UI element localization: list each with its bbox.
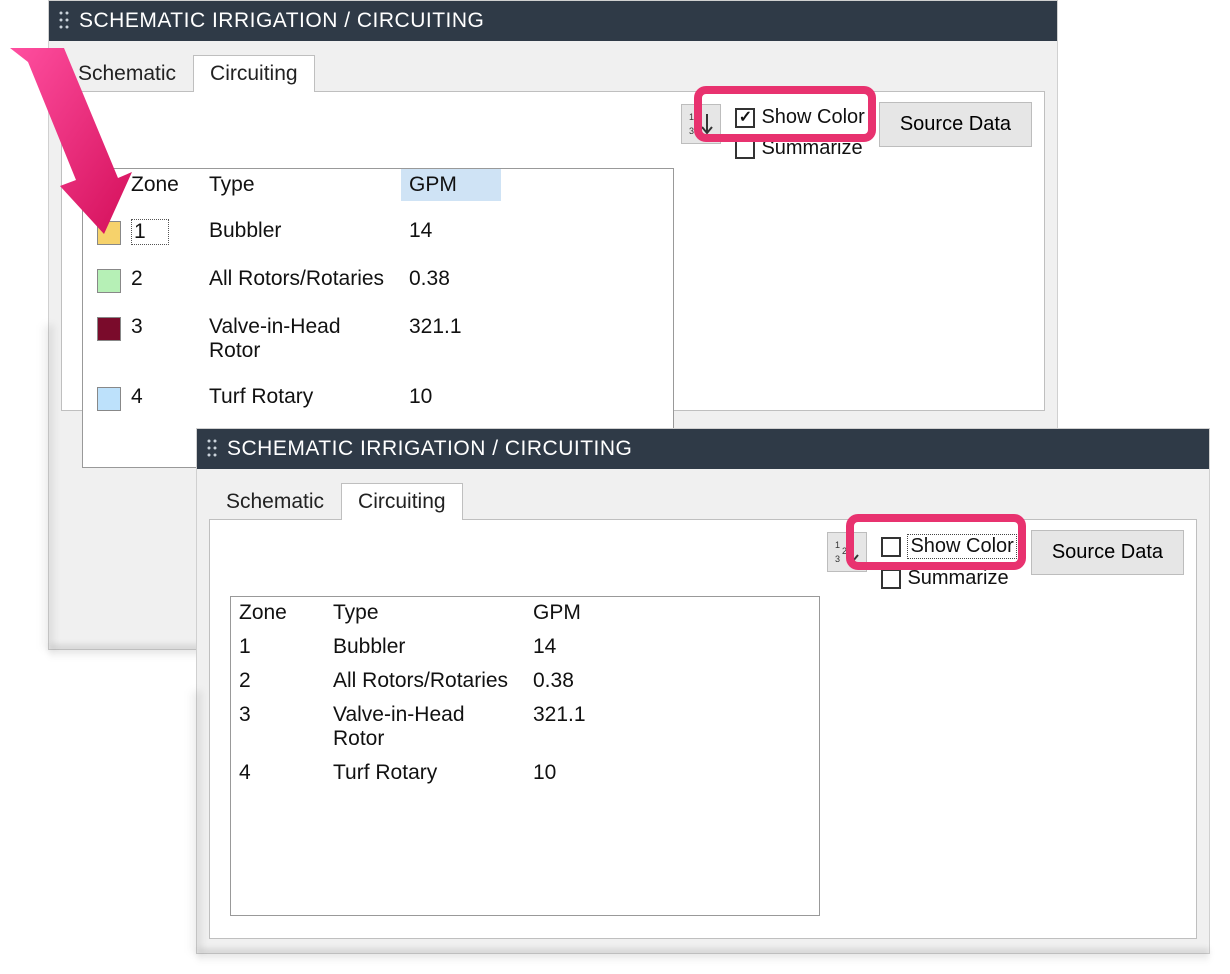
panel-title-bar: SCHEMATIC IRRIGATION / CIRCUITING: [197, 429, 1209, 469]
content-frame: 1 2 3 Show Color Summarize Source Data: [61, 91, 1045, 411]
checkbox-summarize-label: Summarize: [761, 137, 862, 160]
svg-text:3: 3: [835, 554, 840, 564]
tab-schematic[interactable]: Schematic: [209, 483, 341, 520]
zone-number-cell[interactable]: 2: [123, 263, 201, 297]
col-zone-header[interactable]: Zone: [123, 169, 201, 201]
col-gpm-header[interactable]: GPM: [401, 169, 501, 201]
checkbox-summarize[interactable]: Summarize: [735, 137, 864, 160]
panel-title: SCHEMATIC IRRIGATION / CIRCUITING: [227, 437, 632, 461]
zone-number-cell[interactable]: 1: [231, 631, 325, 663]
col-swatch-header: [83, 169, 123, 201]
tab-bar: Schematic Circuiting: [197, 469, 1209, 520]
panel-title-bar: SCHEMATIC IRRIGATION / CIRCUITING: [49, 1, 1057, 41]
zone-number-cell[interactable]: 3: [123, 311, 201, 367]
checkbox-summarize-label: Summarize: [907, 567, 1008, 590]
zone-table: Zone Type GPM 1Bubbler142All Rotors/Rota…: [230, 596, 820, 916]
decorative-shadow: [41, 325, 53, 649]
table-row[interactable]: 3Valve-in-Head Rotor321.1: [231, 699, 819, 755]
col-zone-header[interactable]: Zone: [231, 597, 325, 629]
table-header-row: Zone Type GPM: [231, 597, 819, 629]
zone-type-cell[interactable]: All Rotors/Rotaries: [325, 665, 525, 697]
source-data-button[interactable]: Source Data: [879, 102, 1032, 147]
checkbox-icon: [735, 108, 755, 128]
col-type-header[interactable]: Type: [201, 169, 401, 201]
checkbox-icon: [735, 139, 755, 159]
zone-gpm-cell[interactable]: 0.38: [401, 263, 501, 297]
zone-color-swatch[interactable]: [83, 263, 123, 297]
zone-gpm-cell[interactable]: 10: [525, 757, 625, 789]
table-header-row: Zone Type GPM: [83, 169, 673, 201]
svg-text:3: 3: [689, 126, 694, 136]
svg-text:1: 1: [835, 540, 840, 550]
zone-number-cell[interactable]: 3: [231, 699, 325, 755]
tab-schematic[interactable]: Schematic: [61, 55, 193, 92]
zone-type-cell[interactable]: Valve-in-Head Rotor: [201, 311, 401, 367]
zone-number-cell[interactable]: 1: [123, 215, 201, 249]
zone-color-swatch[interactable]: [83, 215, 123, 249]
renumber-button[interactable]: 1 2 3: [681, 104, 721, 144]
checkbox-show-color[interactable]: Show Color: [735, 106, 864, 129]
checkbox-show-color-label: Show Color: [761, 106, 864, 129]
svg-text:1: 1: [689, 112, 694, 122]
panel-without-color: SCHEMATIC IRRIGATION / CIRCUITING Schema…: [196, 428, 1210, 954]
sort-numeric-icon: 1 2 3: [833, 538, 861, 566]
tab-circuiting[interactable]: Circuiting: [193, 55, 315, 92]
checkbox-show-color[interactable]: Show Color: [881, 534, 1016, 559]
col-gpm-header[interactable]: GPM: [525, 597, 625, 629]
toolbar: 1 2 3 Show Color Summarize Source Data: [827, 528, 1184, 590]
checkbox-show-color-label: Show Color: [907, 534, 1016, 559]
checkbox-icon: [881, 537, 901, 557]
decorative-shadow: [189, 691, 201, 953]
zone-color-swatch[interactable]: [83, 381, 123, 415]
tab-bar: Schematic Circuiting: [49, 41, 1057, 92]
table-row[interactable]: 1Bubbler14: [231, 631, 819, 663]
content-frame: 1 2 3 Show Color Summarize Source Data: [209, 519, 1197, 939]
decorative-shadow: [197, 949, 1209, 963]
table-row[interactable]: 3Valve-in-Head Rotor321.1: [83, 311, 673, 367]
zone-type-cell[interactable]: Bubbler: [325, 631, 525, 663]
grip-icon: [207, 439, 217, 459]
svg-text:2: 2: [696, 118, 701, 128]
zone-color-swatch[interactable]: [83, 311, 123, 367]
svg-text:2: 2: [842, 546, 847, 556]
zone-gpm-cell[interactable]: 10: [401, 381, 501, 415]
zone-gpm-cell[interactable]: 321.1: [401, 311, 501, 367]
panel-title: SCHEMATIC IRRIGATION / CIRCUITING: [79, 9, 484, 33]
toolbar: 1 2 3 Show Color Summarize Source Data: [681, 100, 1032, 160]
checkbox-summarize[interactable]: Summarize: [881, 567, 1016, 590]
grip-icon: [59, 11, 69, 31]
sort-numeric-icon: 1 2 3: [687, 110, 715, 138]
zone-type-cell[interactable]: Bubbler: [201, 215, 401, 249]
zone-type-cell[interactable]: Valve-in-Head Rotor: [325, 699, 525, 755]
zone-gpm-cell[interactable]: 321.1: [525, 699, 625, 755]
table-row[interactable]: 1Bubbler14: [83, 215, 673, 249]
col-type-header[interactable]: Type: [325, 597, 525, 629]
table-row[interactable]: 2All Rotors/Rotaries0.38: [83, 263, 673, 297]
zone-gpm-cell[interactable]: 14: [525, 631, 625, 663]
tab-circuiting[interactable]: Circuiting: [341, 483, 463, 520]
source-data-button[interactable]: Source Data: [1031, 530, 1184, 575]
zone-gpm-cell[interactable]: 0.38: [525, 665, 625, 697]
checkbox-icon: [881, 569, 901, 589]
zone-type-cell[interactable]: All Rotors/Rotaries: [201, 263, 401, 297]
zone-table: Zone Type GPM 1Bubbler14 2All Rotors/Rota…: [82, 168, 674, 468]
table-row[interactable]: 4Turf Rotary10: [83, 381, 673, 415]
zone-gpm-cell[interactable]: 14: [401, 215, 501, 249]
renumber-button[interactable]: 1 2 3: [827, 532, 867, 572]
table-row[interactable]: 2All Rotors/Rotaries0.38: [231, 665, 819, 697]
zone-type-cell[interactable]: Turf Rotary: [325, 757, 525, 789]
table-row[interactable]: 4Turf Rotary10: [231, 757, 819, 789]
zone-number-cell[interactable]: 4: [123, 381, 201, 415]
zone-type-cell[interactable]: Turf Rotary: [201, 381, 401, 415]
zone-number-cell[interactable]: 4: [231, 757, 325, 789]
zone-number-cell[interactable]: 2: [231, 665, 325, 697]
